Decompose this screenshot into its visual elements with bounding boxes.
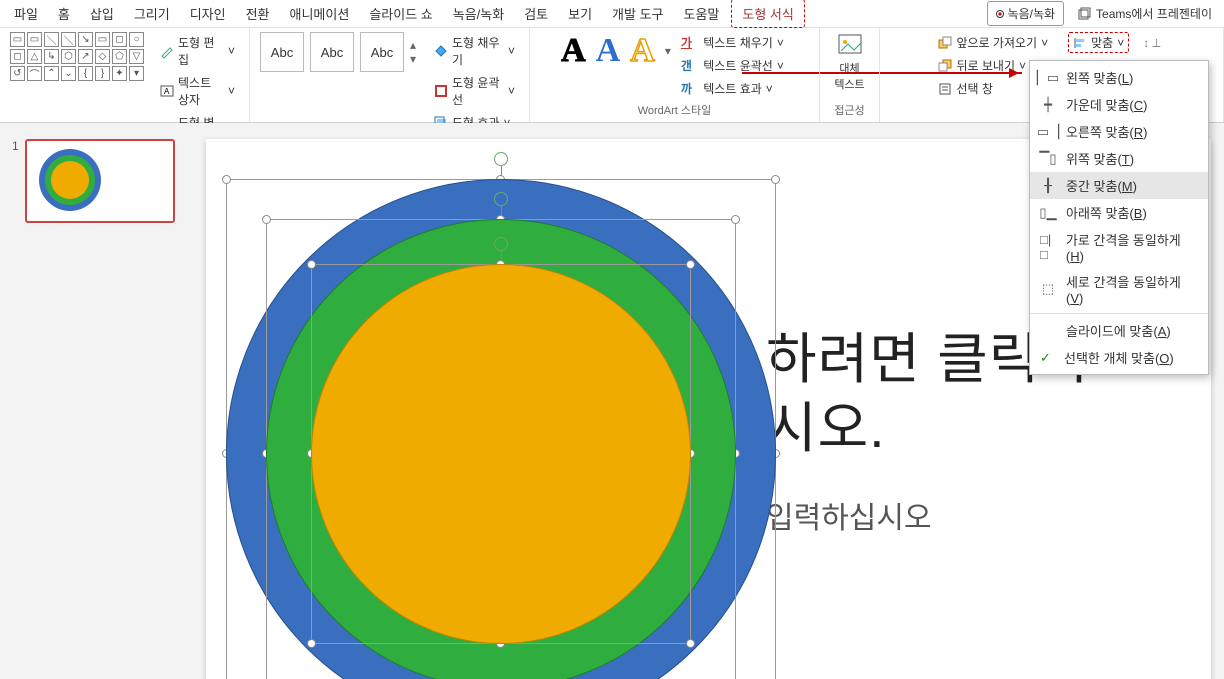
align-right[interactable]: ▭▕오른쪽 맞춤(R): [1030, 118, 1208, 145]
align-right-icon: ▭▕: [1040, 124, 1056, 140]
shape-fill-button[interactable]: 도형 채우기 ˅: [430, 32, 519, 70]
tab-design[interactable]: 디자인: [180, 0, 236, 27]
align-left[interactable]: ▏▭왼쪽 맞춤(L): [1030, 64, 1208, 91]
svg-text:A: A: [164, 87, 170, 96]
dist-h-icon: □|□: [1040, 232, 1056, 262]
alt-text-icon[interactable]: [836, 32, 864, 58]
bring-forward-button[interactable]: 앞으로 가져오기 ˅: [934, 32, 1052, 53]
edit-shape-button[interactable]: 도형 편집 ˅: [156, 32, 239, 70]
group-shape-insert: ▭▭＼＼↘▭◻○ ◻△↳⬡↗◇⬠▽ ↺⌒⌃⌄{}✦▾ 도형 편집 ˅ A텍스트 …: [0, 28, 250, 122]
align-bottom[interactable]: ▯▁아래쪽 맞춤(B): [1030, 199, 1208, 226]
wordart-gallery[interactable]: A A A ▾: [561, 32, 671, 70]
align-dropdown: ▏▭왼쪽 맞춤(L) ┿가운데 맞춤(C) ▭▕오른쪽 맞춤(R) ▔▯위쪽 맞…: [1029, 60, 1209, 375]
align-middle[interactable]: ╂중간 맞춤(M): [1030, 172, 1208, 199]
tab-help[interactable]: 도움말: [674, 0, 730, 27]
dist-v-icon: ⬚: [1040, 281, 1056, 297]
tab-home[interactable]: 홈: [48, 0, 80, 27]
text-fill-button[interactable]: 가 텍스트 채우기 ˅: [677, 32, 788, 53]
record-label: 녹음/녹화: [1008, 5, 1056, 22]
group-label: WordArt 스타일: [540, 100, 809, 122]
menu-bar: 파일 홈 삽입 그리기 디자인 전환 애니메이션 슬라이드 쇼 녹음/녹화 검토…: [0, 0, 1224, 28]
check-icon: ✓: [1040, 350, 1054, 366]
slide-number: 1: [12, 139, 19, 223]
rotate-handle[interactable]: [494, 237, 508, 251]
shape-gallery[interactable]: ▭▭＼＼↘▭◻○ ◻△↳⬡↗◇⬠▽ ↺⌒⌃⌄{}✦▾: [10, 32, 144, 81]
group-wordart: A A A ▾ 가 텍스트 채우기 ˅ 갠 텍스트 윤곽선 ˅ 까 텍스트 효과…: [530, 28, 820, 122]
group-label: 접근성: [830, 100, 869, 122]
text-outline-button[interactable]: 갠 텍스트 윤곽선 ˅: [677, 55, 788, 76]
tab-transition[interactable]: 전환: [236, 0, 280, 27]
align-to-selection[interactable]: ✓선택한 개체 맞춤(O): [1030, 344, 1208, 371]
tab-insert[interactable]: 삽입: [80, 0, 124, 27]
shape-outline-button[interactable]: 도형 윤곽선 ˅: [430, 72, 519, 110]
rotate-handle[interactable]: [494, 192, 508, 206]
tab-shape-format[interactable]: 도형 서식: [731, 0, 804, 28]
subtitle-placeholder[interactable]: 입력하십시오: [766, 493, 932, 537]
align-icon: [1073, 36, 1087, 50]
text-effect-button[interactable]: 까 텍스트 효과 ˅: [677, 78, 788, 99]
record-button[interactable]: 녹음/녹화: [987, 1, 1065, 26]
group-shape-style: Abc Abc Abc ▴▾ 도형 채우기 ˅ 도형 윤곽선 ˅ 도형 효과 ˅…: [250, 28, 530, 122]
circle-yellow[interactable]: [311, 264, 691, 644]
alt-text-label[interactable]: 대체 텍스트: [834, 60, 864, 92]
tab-slideshow[interactable]: 슬라이드 쇼: [359, 0, 442, 27]
thumbnail-panel: 1: [0, 123, 200, 679]
teams-label: Teams에서 프레젠테이: [1096, 5, 1212, 22]
align-left-icon: ▏▭: [1040, 70, 1056, 86]
align-middle-icon: ╂: [1040, 178, 1056, 194]
align-bottom-icon: ▯▁: [1040, 205, 1056, 221]
teams-present-button[interactable]: Teams에서 프레젠테이: [1070, 2, 1220, 25]
tab-dev[interactable]: 개발 도구: [602, 0, 673, 27]
align-center[interactable]: ┿가운데 맞춤(C): [1030, 91, 1208, 118]
style-gallery[interactable]: Abc Abc Abc ▴▾: [260, 32, 424, 72]
tab-file[interactable]: 파일: [4, 0, 48, 27]
textbox-button[interactable]: A텍스트 상자 ˅: [156, 72, 239, 110]
align-to-slide[interactable]: 슬라이드에 맞춤(A): [1030, 317, 1208, 344]
align-center-icon: ┿: [1040, 97, 1056, 113]
distribute-h[interactable]: □|□가로 간격을 동일하게(H): [1030, 226, 1208, 268]
record-icon: [996, 10, 1004, 18]
tab-view[interactable]: 보기: [558, 0, 602, 27]
slide-thumbnail[interactable]: [25, 139, 175, 223]
group-accessibility: 대체 텍스트 접근성: [820, 28, 880, 122]
align-button[interactable]: 맞춤 ˅: [1068, 32, 1129, 53]
tab-review[interactable]: 검토: [514, 0, 558, 27]
tab-animation[interactable]: 애니메이션: [280, 0, 360, 27]
align-top[interactable]: ▔▯위쪽 맞춤(T): [1030, 145, 1208, 172]
teams-icon: [1078, 7, 1092, 21]
tab-record[interactable]: 녹음/녹화: [443, 0, 514, 27]
tab-draw[interactable]: 그리기: [124, 0, 180, 27]
rotate-handle[interactable]: [494, 152, 508, 166]
align-top-icon: ▔▯: [1040, 151, 1056, 167]
distribute-v[interactable]: ⬚세로 간격을 동일하게(V): [1030, 268, 1208, 310]
